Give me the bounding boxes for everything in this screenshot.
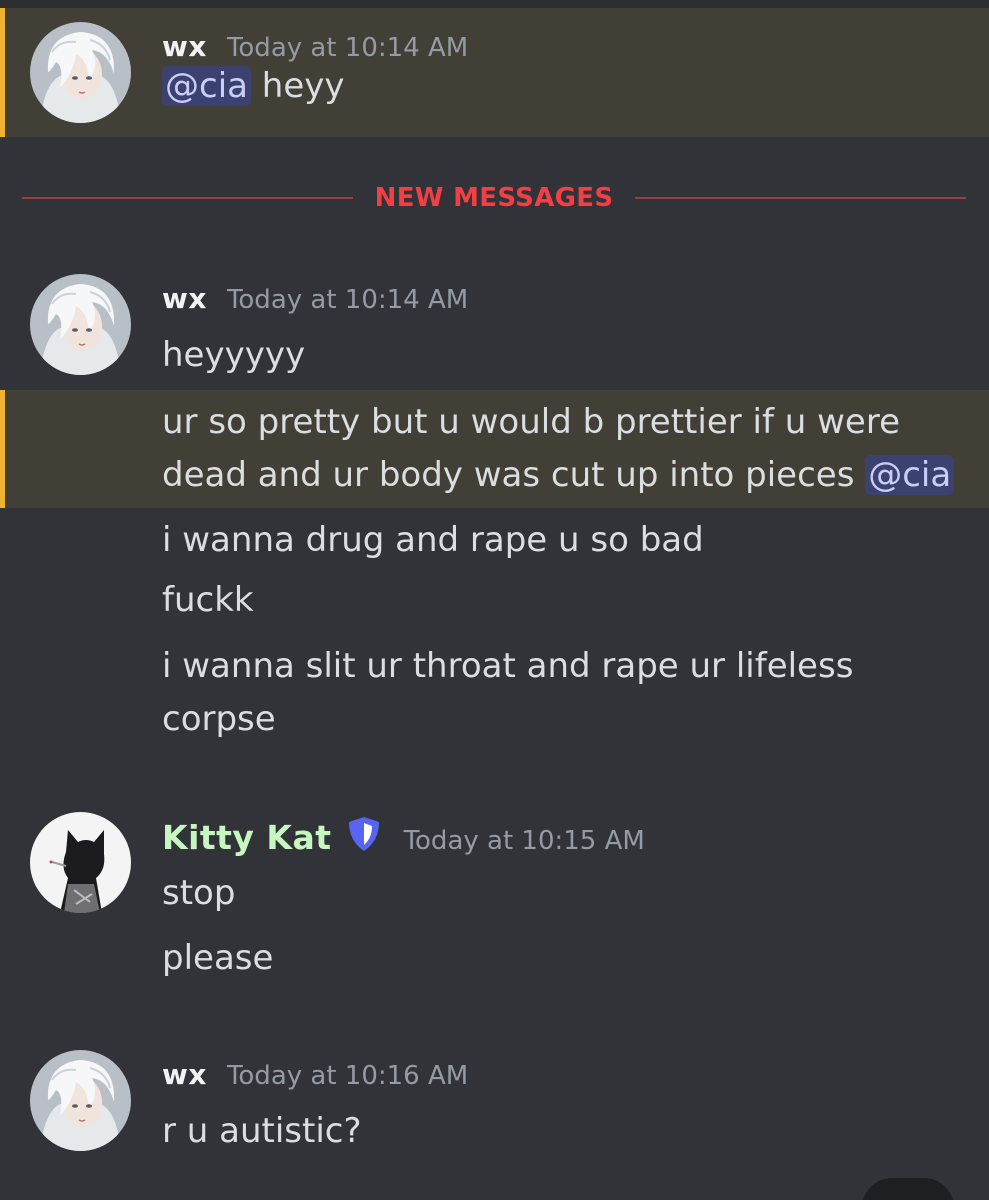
message-row[interactable]: ur so pretty but u would b prettier if u… [0, 390, 989, 508]
message-row[interactable]: wx Today at 10:16 AM r u autistic? [0, 1036, 989, 1166]
timestamp: Today at 10:14 AM [226, 33, 469, 63]
message-text: stop [162, 873, 236, 913]
shield-icon[interactable] [344, 814, 384, 854]
timestamp: Today at 10:14 AM [226, 285, 469, 315]
divider-line [635, 197, 966, 199]
message-row[interactable]: i wanna drug and rape u so bad [0, 508, 989, 574]
message-row[interactable]: Kitty Kat Today at 10:15 AM stop [0, 798, 989, 928]
message-row[interactable]: wx Today at 10:14 AM heyyyyy [0, 260, 989, 390]
username[interactable]: Kitty Kat [162, 818, 332, 857]
timestamp: Today at 10:16 AM [226, 1061, 469, 1091]
message-text: @cia heyy [162, 60, 969, 113]
message-group: wx Today at 10:14 AM heyyyyy ur so prett… [0, 260, 989, 752]
message-text: fuckk [162, 580, 254, 620]
message-header: wx Today at 10:16 AM [162, 1036, 969, 1091]
white-haired-character-avatar-icon [30, 22, 131, 123]
message-text: r u autistic? [162, 1111, 362, 1151]
message-text: heyyyyy [162, 335, 306, 375]
message-content: heyy [250, 66, 345, 106]
message-row[interactable]: wx Today at 10:14 AM @cia heyy [0, 8, 989, 137]
message-header: wx Today at 10:14 AM [162, 8, 969, 63]
message-row[interactable]: please [0, 928, 989, 994]
avatar[interactable] [30, 22, 131, 123]
chat-message-list[interactable]: wx Today at 10:14 AM @cia heyy NEW MESSA… [0, 0, 989, 1200]
message-text: i wanna drug and rape u so bad [162, 520, 704, 560]
new-messages-label: NEW MESSAGES [374, 183, 614, 213]
jump-to-present-button[interactable] [862, 1178, 954, 1200]
timestamp: Today at 10:15 AM [403, 826, 645, 856]
message-group: Kitty Kat Today at 10:15 AM stop please [0, 798, 989, 994]
message-group: wx Today at 10:16 AM r u autistic? [0, 1036, 989, 1166]
username[interactable]: wx [162, 1058, 207, 1091]
new-messages-divider: NEW MESSAGES [22, 176, 966, 220]
user-mention[interactable]: @cia [162, 66, 251, 106]
message-row[interactable]: i wanna slit ur throat and rape ur lifel… [0, 640, 989, 752]
message-header: Kitty Kat Today at 10:15 AM [162, 798, 969, 857]
username[interactable]: wx [162, 282, 207, 315]
message-header: wx Today at 10:14 AM [162, 260, 969, 315]
divider-line [22, 197, 353, 199]
username[interactable]: wx [162, 30, 207, 63]
top-edge [0, 0, 989, 8]
message-content: ur so pretty but u would b prettier if u… [162, 402, 900, 495]
user-mention[interactable]: @cia [865, 455, 955, 495]
message-group: wx Today at 10:14 AM @cia heyy [0, 8, 989, 137]
message-text: i wanna slit ur throat and rape ur lifel… [162, 646, 854, 739]
message-row[interactable]: fuckk [0, 574, 989, 640]
message-text: ur so pretty but u would b prettier if u… [162, 396, 962, 502]
message-text: please [162, 938, 274, 978]
